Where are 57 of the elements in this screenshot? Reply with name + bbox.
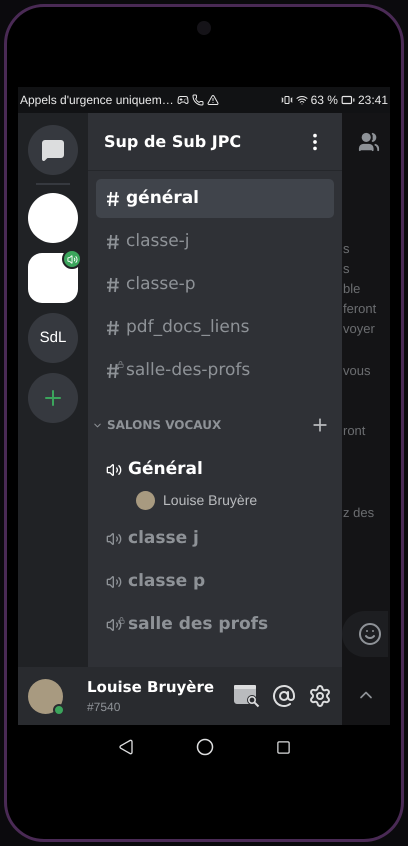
vibrate-icon [280, 94, 293, 106]
warning-icon [206, 94, 219, 106]
server-name: Sup de Sub JPC [104, 130, 242, 152]
avatar-picture [136, 490, 155, 510]
camera-notch [197, 21, 211, 35]
status-notice: Appels d'urgence uniquem… [20, 92, 174, 109]
voice-channel[interactable]: salle des profs [96, 603, 334, 646]
user-tag: #7540 [87, 698, 222, 716]
speaker-icon [106, 530, 122, 546]
text-channel[interactable]: salle-des-profs [96, 351, 334, 390]
add-server-button[interactable] [28, 373, 78, 423]
chat-text: voyer [342, 321, 375, 337]
battery-icon [340, 93, 355, 107]
mention-icon[interactable] [272, 684, 296, 708]
chat-text: ble [342, 281, 360, 297]
speaker-icon [106, 462, 122, 478]
server-button[interactable]: SdL [28, 313, 78, 363]
hash-icon [106, 320, 120, 336]
chat-text: s [342, 241, 350, 257]
hash-icon [106, 276, 120, 292]
text-channel[interactable]: classe-j [96, 222, 334, 261]
text-channel[interactable]: pdf_docs_liens [96, 308, 334, 347]
avatar-picture[interactable] [28, 678, 63, 714]
lock-icon [118, 616, 125, 624]
hash-icon [106, 234, 120, 250]
emoji-icon[interactable] [358, 622, 382, 646]
home-icon[interactable] [196, 738, 214, 756]
text-channel[interactable]: classe-p [96, 265, 334, 304]
voice-channel[interactable]: classe p [96, 560, 334, 603]
battery-level: 63 % [310, 92, 338, 109]
category-label[interactable]: SALONS VOCAUX [107, 416, 310, 434]
direct-messages-button[interactable] [28, 125, 78, 175]
window-search-icon[interactable] [234, 684, 260, 708]
speaker-icon [106, 616, 122, 632]
server-picture[interactable] [28, 253, 78, 303]
members-icon[interactable] [358, 131, 380, 153]
message-field[interactable] [342, 611, 388, 657]
chat-text: z des [342, 505, 374, 521]
text-channel[interactable]: général [96, 179, 334, 218]
gamepad-icon [176, 94, 189, 106]
voice-channel[interactable]: classe j [96, 517, 334, 560]
phone-icon [192, 94, 204, 106]
user-name: Louise Bruyère [87, 676, 216, 698]
hash-icon [106, 190, 120, 206]
server-picture[interactable] [28, 193, 78, 243]
settings-icon[interactable] [308, 684, 332, 708]
speaker-icon [106, 574, 122, 590]
lock-icon [117, 360, 124, 368]
recent-apps-icon[interactable] [276, 740, 290, 754]
chat-text: s [342, 261, 350, 277]
hash-icon [106, 362, 120, 378]
back-icon[interactable] [118, 739, 134, 755]
chat-text: vous [342, 363, 370, 379]
chat-bubble-icon [41, 138, 65, 162]
chat-text: feront [342, 301, 376, 317]
clock: 23:41 [358, 92, 388, 109]
chat-text: ront [342, 423, 366, 439]
